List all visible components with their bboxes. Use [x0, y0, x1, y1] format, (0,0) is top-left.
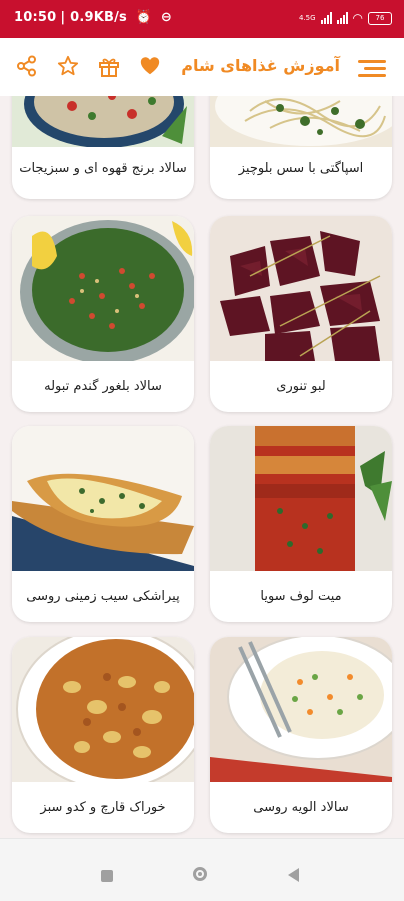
recipe-name: میت لوف سویا	[260, 589, 342, 604]
spaghetti-image	[210, 96, 392, 147]
recipe-card[interactable]: لبو تنوری	[210, 216, 392, 412]
signal-icon-2	[336, 12, 348, 24]
signal-icon	[320, 12, 332, 24]
recipe-name: پیراشکی سیب زمینی روسی	[26, 589, 180, 604]
recipe-name: لبو تنوری	[276, 379, 326, 394]
status-left: 10:50 | 0.9KB/s ⏰ ⊖	[14, 10, 172, 25]
recent-apps-button[interactable]	[101, 870, 113, 882]
home-button[interactable]	[193, 867, 207, 881]
back-button[interactable]	[288, 868, 299, 882]
alarm-icon: ⏰	[135, 10, 153, 25]
recipe-name: سالاد بلغور گندم تبوله	[44, 379, 162, 394]
beet-image	[210, 216, 392, 361]
heart-icon[interactable]	[137, 53, 163, 79]
recipe-name: سالاد الویه روسی	[253, 800, 349, 815]
back-triangle-icon	[288, 868, 299, 882]
star-icon[interactable]	[55, 53, 81, 79]
network-type: 4.5G	[298, 14, 316, 22]
app-bar: آموزش غذاهای شام	[0, 38, 404, 96]
recipe-card[interactable]: سالاد برنج قهوه ای و سبزیجات	[12, 96, 194, 199]
rice-salad-image	[12, 96, 194, 147]
pirozhki-image	[12, 426, 194, 571]
recipe-name: سالاد برنج قهوه ای و سبزیجات	[19, 161, 187, 176]
mushroom-stew-image	[12, 637, 194, 782]
circle-icon	[193, 867, 207, 881]
notification-icon: ⊖	[160, 10, 172, 25]
status-time: 10:50	[14, 10, 57, 25]
recipe-card[interactable]: سالاد بلغور گندم تبوله	[12, 216, 194, 412]
recipe-card[interactable]: میت لوف سویا	[210, 426, 392, 622]
share-icon[interactable]	[14, 53, 40, 79]
olivier-image	[210, 637, 392, 782]
recipe-name: اسپاگتی با سس بلوچیز	[238, 161, 364, 176]
recipe-grid[interactable]: اسپاگتی با سس بلوچیز سالاد برنج قهوه ای …	[0, 96, 404, 838]
wifi-icon: ◠	[352, 11, 363, 25]
app-title: آموزش غذاهای شام	[181, 56, 340, 75]
recipe-card[interactable]: سالاد الویه روسی	[210, 637, 392, 833]
tabbouleh-image	[12, 216, 194, 361]
menu-icon[interactable]	[358, 60, 386, 78]
status-icons: 4.5G ◠ 76	[299, 11, 392, 25]
network-speed: 0.9KB/s	[70, 10, 127, 25]
battery-level: 76	[375, 13, 385, 22]
recipe-name: خوراک قارچ و کدو سبز	[40, 800, 166, 815]
battery-icon: 76	[368, 11, 392, 25]
recipe-card[interactable]: اسپاگتی با سس بلوچیز	[210, 96, 392, 199]
recipe-card[interactable]: پیراشکی سیب زمینی روسی	[12, 426, 194, 622]
recipe-card[interactable]: خوراک قارچ و کدو سبز	[12, 637, 194, 833]
meatloaf-image	[210, 426, 392, 571]
gift-icon[interactable]	[96, 53, 122, 79]
status-bar: 10:50 | 0.9KB/s ⏰ ⊖ 4.5G ◠ 76	[0, 0, 404, 38]
system-nav-bar	[0, 838, 404, 901]
square-icon	[101, 870, 113, 882]
